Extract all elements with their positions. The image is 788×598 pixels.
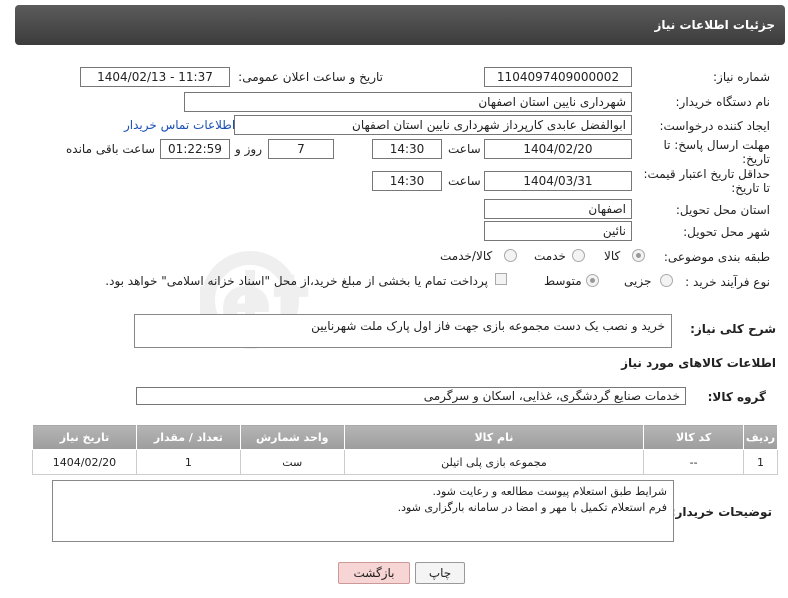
category-radio-service[interactable]: [572, 249, 585, 262]
buyer-org-field[interactable]: شهرداری نایین استان اصفهان: [184, 92, 632, 112]
deadline-label-2: تاریخ:: [742, 152, 770, 166]
goods-section-title: اطلاعات کالاهای مورد نیاز: [621, 356, 776, 370]
announce-label: تاریخ و ساعت اعلان عمومی:: [238, 70, 383, 84]
announce-field[interactable]: 1404/02/13 - 11:37: [80, 67, 230, 87]
days-label: روز و: [235, 142, 262, 156]
province-label: استان محل تحویل:: [675, 203, 770, 217]
col-code: کد کالا: [643, 424, 745, 450]
goods-group-label: گروه کالا:: [707, 390, 766, 404]
summary-field[interactable]: خرید و نصب یک دست مجموعه بازی جهت فاز او…: [134, 314, 672, 348]
table-header-row: ردیف کد کالا نام کالا واحد شمارش تعداد /…: [32, 424, 778, 450]
creator-field[interactable]: ابوالفضل عابدی کارپرداز شهرداری نایین اس…: [234, 115, 632, 135]
buyer-notes-line-1: شرایط طبق استعلام پیوست مطالعه و رعایت ش…: [432, 485, 667, 498]
print-button[interactable]: چاپ: [415, 562, 465, 584]
days-remaining-field[interactable]: 7: [268, 139, 334, 159]
validity-date-field[interactable]: 1404/03/31: [484, 171, 632, 191]
back-button[interactable]: بازگشت: [338, 562, 410, 584]
remaining-time-label: ساعت باقی مانده: [66, 142, 156, 156]
creator-label: ایجاد کننده درخواست:: [659, 119, 770, 133]
buyer-notes-field[interactable]: شرایط طبق استعلام پیوست مطالعه و رعایت ش…: [52, 480, 674, 542]
validity-time-label: ساعت: [448, 174, 481, 188]
buyer-contact-link[interactable]: اطلاعات تماس خریدار: [124, 118, 235, 132]
process-option-medium: متوسط: [544, 274, 582, 288]
deadline-time-label: ساعت: [448, 142, 481, 156]
page-header: جزئیات اطلاعات نیاز: [15, 5, 785, 45]
process-label: نوع فرآیند خرید :: [685, 275, 770, 289]
buyer-notes-label: توضیحات خریدار:: [670, 505, 772, 519]
category-radio-goods-service[interactable]: [504, 249, 517, 262]
category-radio-goods[interactable]: [632, 249, 645, 262]
col-date: تاریخ نیاز: [32, 424, 137, 450]
validity-label: حداقل تاریخ اعتبار قیمت:: [643, 167, 770, 181]
need-number-field[interactable]: 1104097409000002: [484, 67, 632, 87]
province-field[interactable]: اصفهان: [484, 199, 632, 219]
payment-note: پرداخت تمام یا بخشی از مبلغ خرید،از محل …: [105, 274, 488, 288]
buyer-org-label: نام دستگاه خریدار:: [675, 95, 771, 109]
cell-name: مجموعه بازی پلی اتیلن: [343, 449, 645, 475]
deadline-time-field[interactable]: 14:30: [372, 139, 442, 159]
process-radio-medium[interactable]: [586, 274, 599, 287]
city-label: شهر محل تحویل:: [683, 225, 770, 239]
col-row: ردیف: [743, 424, 778, 450]
cell-unit: ست: [239, 449, 345, 475]
process-radio-minor[interactable]: [660, 274, 673, 287]
payment-checkbox[interactable]: [495, 273, 507, 285]
need-number-label: شماره نیاز:: [713, 70, 770, 84]
cell-date: 1404/02/20: [32, 449, 137, 475]
cell-code: --: [643, 449, 745, 475]
summary-label: شرح کلی نیاز:: [690, 322, 776, 336]
table-row[interactable]: 1 -- مجموعه بازی پلی اتیلن ست 1 1404/02/…: [32, 449, 778, 475]
col-name: نام کالا: [343, 424, 645, 450]
category-option-goods-service: کالا/خدمت: [440, 249, 493, 263]
cell-row: 1: [743, 449, 778, 475]
process-option-minor: جزیی: [624, 274, 652, 288]
category-option-goods: کالا: [604, 249, 621, 263]
goods-group-field[interactable]: خدمات صنایع گردشگری، غذایی، اسکان و سرگر…: [136, 387, 686, 405]
summary-text: خرید و نصب یک دست مجموعه بازی جهت فاز او…: [311, 319, 665, 333]
validity-time-field[interactable]: 14:30: [372, 171, 442, 191]
page-title: جزئیات اطلاعات نیاز: [654, 18, 775, 32]
col-qty: تعداد / مقدار: [135, 424, 241, 450]
goods-table: ردیف کد کالا نام کالا واحد شمارش تعداد /…: [32, 424, 778, 475]
city-field[interactable]: نائین: [484, 221, 632, 241]
deadline-label: مهلت ارسال پاسخ: تا: [663, 138, 770, 152]
validity-label-2: تا تاریخ:: [731, 181, 770, 195]
remaining-time-field[interactable]: 01:22:59: [160, 139, 230, 159]
category-label: طبقه بندی موضوعی:: [663, 250, 770, 264]
category-option-service: خدمت: [534, 249, 566, 263]
deadline-date-field[interactable]: 1404/02/20: [484, 139, 632, 159]
cell-qty: 1: [135, 449, 241, 475]
buyer-notes-line-2: فرم استعلام تکمیل با مهر و امضا در سامان…: [397, 501, 667, 514]
col-unit: واحد شمارش: [239, 424, 345, 450]
